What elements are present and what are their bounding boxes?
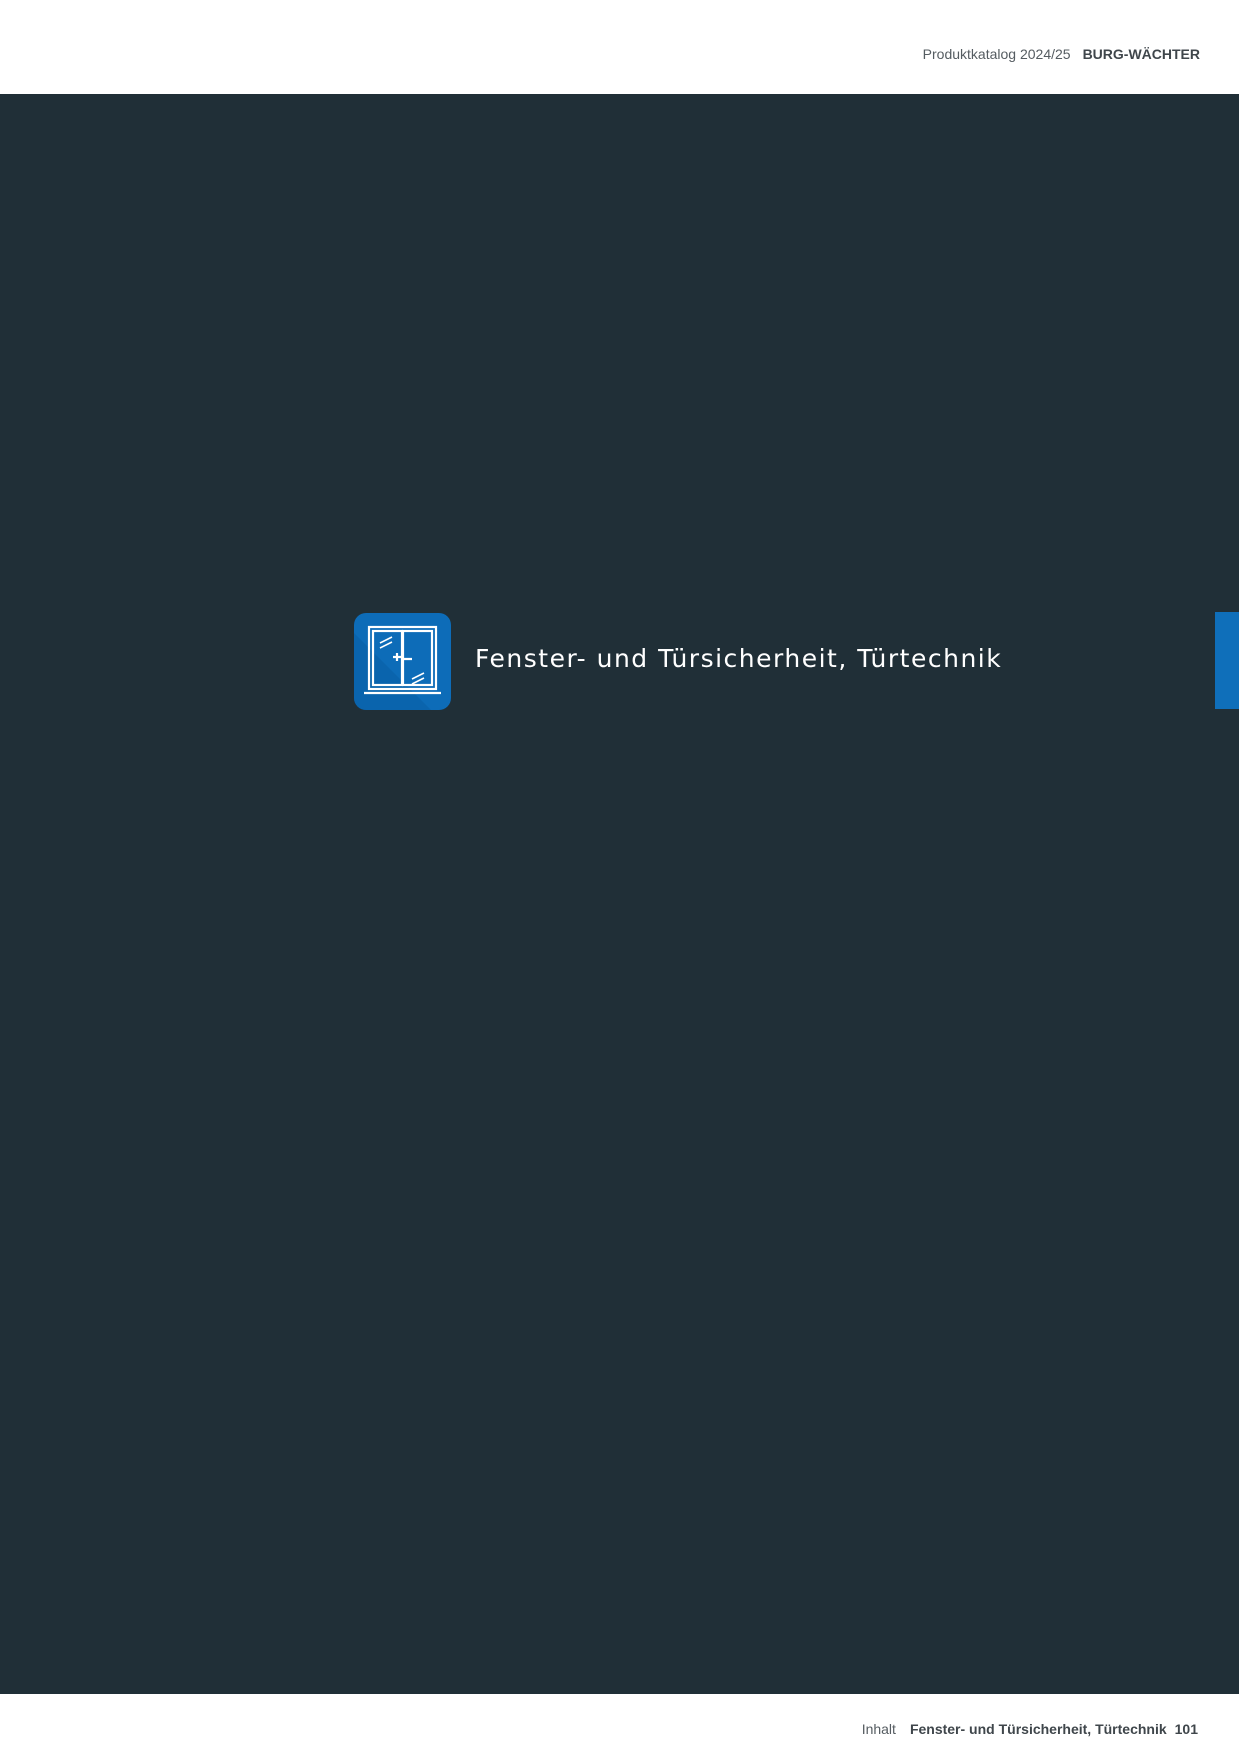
- window-icon: [354, 613, 451, 710]
- header-text: Produktkatalog 2024/25 BURG-WÄCHTER: [923, 46, 1200, 62]
- footer-chapter-title: Fenster- und Türsicherheit, Türtechnik: [909, 1721, 1167, 1737]
- page-number: 101: [1174, 1721, 1198, 1737]
- chapter-cover-panel: [0, 94, 1239, 1694]
- chapter-tab-marker: [1215, 612, 1239, 709]
- footer-label: Inhalt: [861, 1721, 896, 1737]
- brand-name: BURG-WÄCHTER: [1082, 46, 1200, 62]
- page-footer: Inhalt Fenster- und Türsicherheit, Türtec…: [862, 1721, 1198, 1737]
- chapter-title: Fenster- und Türsicherheit, Türtechnik: [475, 644, 1003, 673]
- page-header: Produktkatalog 2024/25 BURG-WÄCHTER: [0, 0, 1240, 94]
- catalog-title: Produktkatalog 2024/25: [922, 46, 1071, 62]
